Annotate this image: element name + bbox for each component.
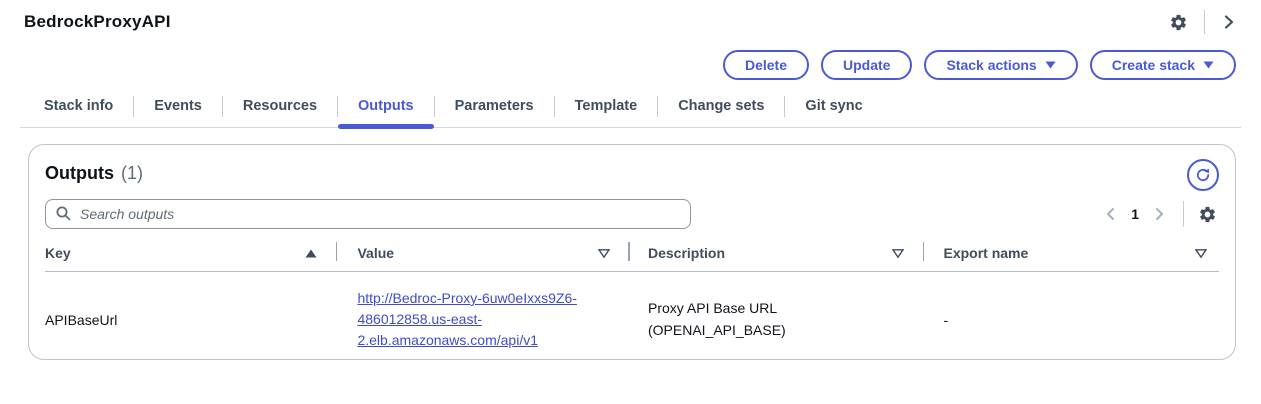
outputs-panel-header: Outputs (1) (45, 159, 1219, 191)
output-value-cell: http://Bedroc-Proxy-6uw0eIxxs9Z6- 486012… (337, 288, 630, 351)
tab-git-sync[interactable]: Git sync (785, 90, 882, 127)
column-header-description[interactable]: Description (630, 241, 925, 271)
delete-button-label: Delete (745, 57, 787, 73)
update-button[interactable]: Update (821, 50, 912, 80)
page-title: BedrockProxyAPI (24, 12, 171, 32)
search-icon (55, 205, 72, 227)
search-wrap (45, 199, 691, 229)
caret-down-icon (1045, 61, 1056, 69)
tab-outputs[interactable]: Outputs (338, 90, 434, 127)
column-header-key[interactable]: Key (45, 241, 337, 271)
table-preferences-gear-icon[interactable] (1196, 203, 1219, 226)
create-stack-dropdown-button[interactable]: Create stack (1090, 50, 1236, 80)
delete-button[interactable]: Delete (723, 50, 809, 80)
output-export-name-cell: - (924, 312, 1219, 328)
output-description-cell: Proxy API Base URL (OPENAI_API_BASE) (630, 298, 925, 341)
pagination-divider (1183, 201, 1184, 227)
output-value-link[interactable]: http://Bedroc-Proxy-6uw0eIxxs9Z6- 486012… (357, 288, 630, 351)
next-page-button[interactable] (1149, 204, 1169, 224)
column-label: Description (648, 245, 725, 261)
tab-resources[interactable]: Resources (223, 90, 337, 127)
output-key-cell: APIBaseUrl (45, 312, 337, 328)
sort-triangle-down-icon (1195, 249, 1207, 258)
description-line: Proxy API Base URL (648, 298, 925, 320)
sort-ascending-icon (305, 249, 317, 258)
value-line: 486012858.us-east- (357, 309, 630, 330)
value-line: http://Bedroc-Proxy-6uw0eIxxs9Z6- (357, 288, 630, 309)
stack-actions-dropdown-button[interactable]: Stack actions (924, 50, 1077, 80)
outputs-title: Outputs (45, 163, 114, 184)
column-label: Key (45, 245, 71, 261)
tab-stack-info[interactable]: Stack info (24, 90, 133, 127)
tab-events[interactable]: Events (134, 90, 222, 127)
refresh-icon (1195, 167, 1211, 183)
outputs-panel: Outputs (1) 1 (28, 144, 1236, 360)
previous-page-button[interactable] (1101, 204, 1121, 224)
column-header-export-name[interactable]: Export name (924, 241, 1219, 271)
chevron-left-icon (1103, 206, 1119, 222)
update-button-label: Update (843, 57, 890, 73)
sort-triangle-down-icon (598, 249, 610, 258)
header-divider (1204, 10, 1205, 34)
column-label: Export name (943, 245, 1028, 261)
sort-triangle-down-icon (892, 249, 904, 258)
stack-actions-row: Delete Update Stack actions Create stack (0, 34, 1261, 80)
chevron-right-icon (1151, 206, 1167, 222)
create-stack-label: Create stack (1112, 57, 1195, 73)
stack-actions-label: Stack actions (946, 57, 1036, 73)
tab-parameters[interactable]: Parameters (435, 90, 554, 127)
column-label: Value (357, 245, 394, 261)
pagination: 1 (1101, 201, 1219, 227)
settings-gear-icon[interactable] (1167, 11, 1190, 34)
tab-change-sets[interactable]: Change sets (658, 90, 784, 127)
header-actions (1167, 10, 1239, 34)
refresh-button[interactable] (1187, 159, 1219, 191)
table-row: APIBaseUrl http://Bedroc-Proxy-6uw0eIxxs… (45, 272, 1219, 369)
page-header: BedrockProxyAPI (0, 0, 1261, 34)
outputs-count: (1) (121, 163, 143, 184)
tab-template[interactable]: Template (555, 90, 658, 127)
description-line: (OPENAI_API_BASE) (648, 320, 925, 342)
open-panel-chevron-right-icon[interactable] (1219, 12, 1239, 32)
table-header-row: Key Value Description Export name (45, 241, 1219, 272)
column-header-value[interactable]: Value (337, 241, 630, 271)
current-page-number[interactable]: 1 (1131, 206, 1139, 222)
stack-detail-tabs: Stack info Events Resources Outputs Para… (20, 90, 1241, 128)
caret-down-icon (1203, 61, 1214, 69)
outputs-toolbar: 1 (45, 199, 1219, 229)
search-input[interactable] (45, 199, 691, 229)
value-line: 2.elb.amazonaws.com/api/v1 (357, 330, 630, 351)
